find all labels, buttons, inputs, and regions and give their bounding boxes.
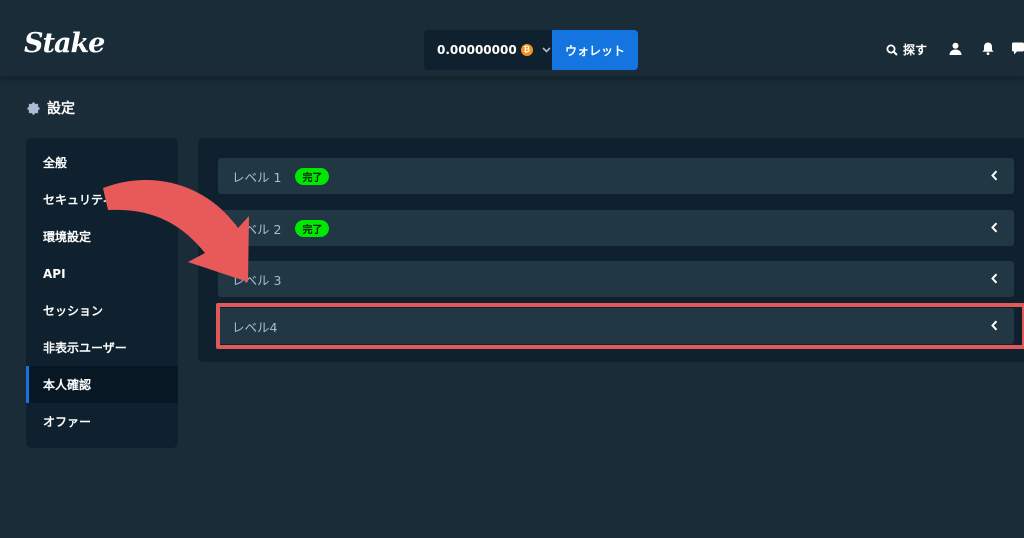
annotation-arrow-icon — [103, 180, 249, 282]
